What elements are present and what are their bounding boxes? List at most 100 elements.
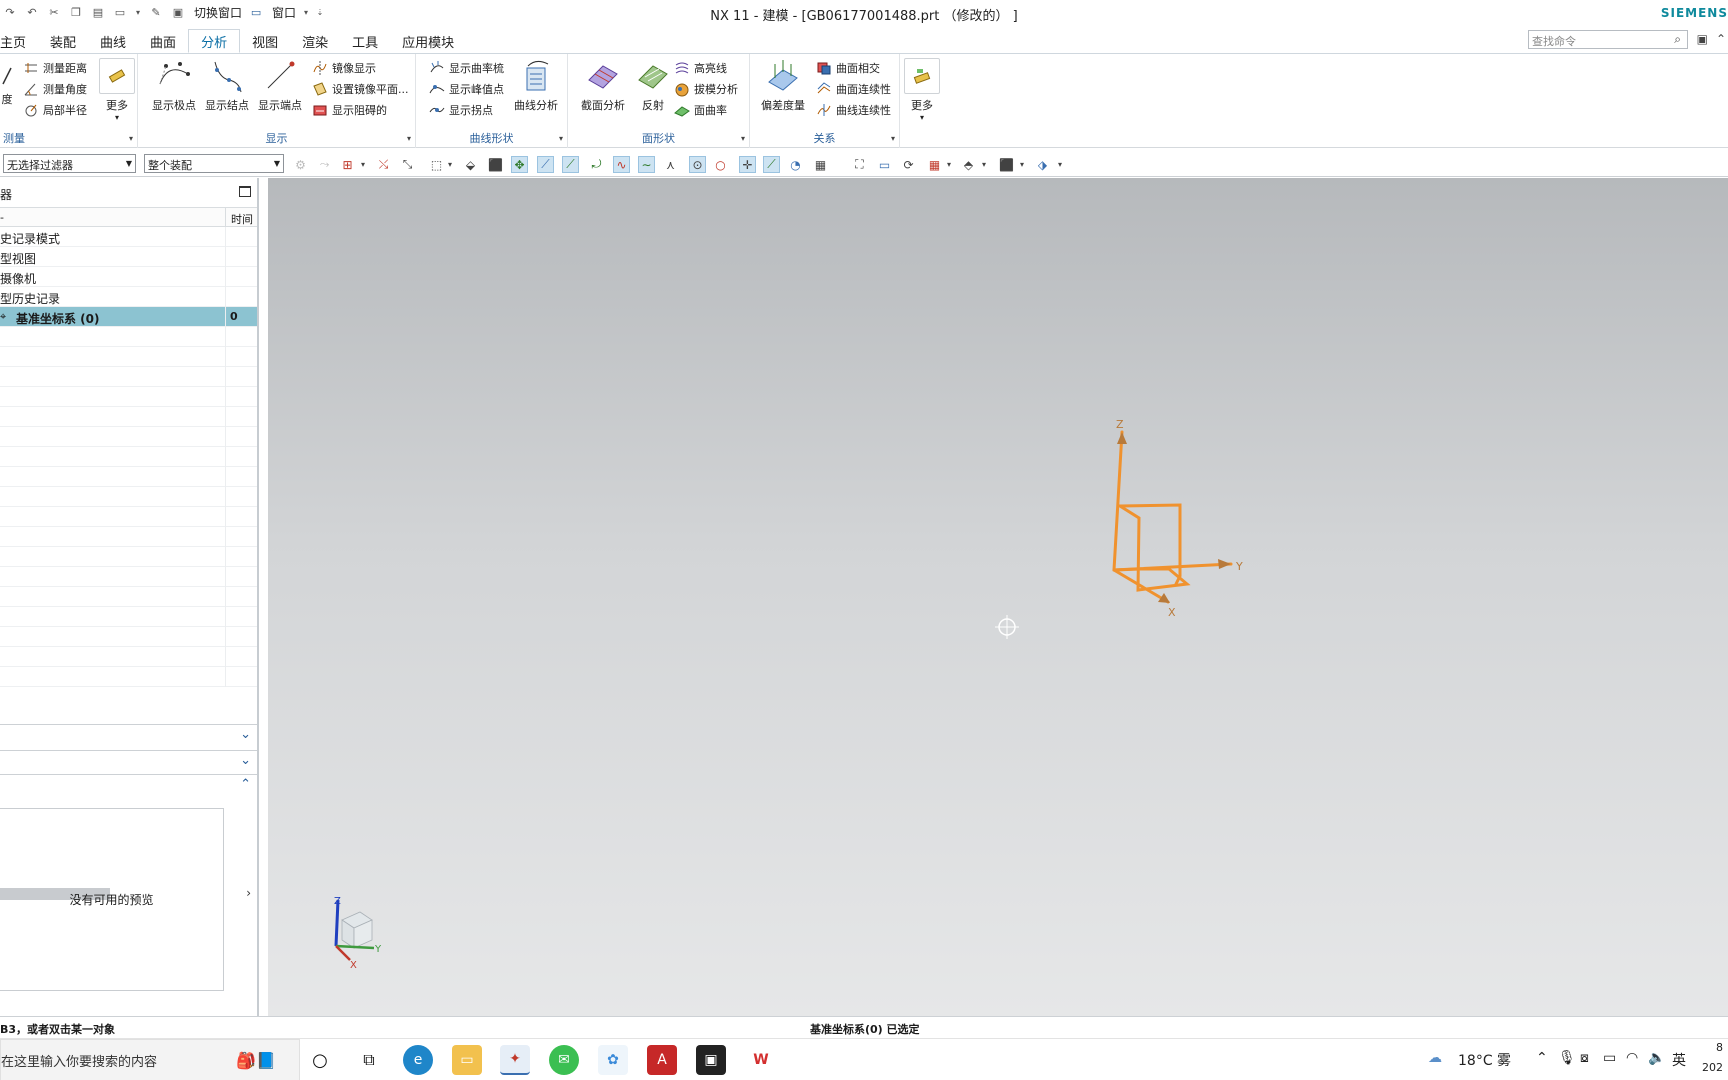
- window-menu-button[interactable]: 窗口: [272, 4, 296, 21]
- window-icon[interactable]: ▭: [248, 4, 264, 20]
- cortana-icon[interactable]: ○: [305, 1045, 335, 1075]
- measure-angle-button[interactable]: 度: [0, 64, 14, 107]
- snap-cross-icon[interactable]: ✛: [739, 156, 756, 173]
- tab-view[interactable]: 视图: [240, 29, 290, 53]
- chevron-down-icon[interactable]: ▾: [980, 156, 988, 173]
- tab-curve[interactable]: 曲线: [88, 29, 138, 53]
- nx-app-icon[interactable]: ✦: [500, 1045, 530, 1075]
- video-app-icon[interactable]: ▣: [696, 1045, 726, 1075]
- reflection-button[interactable]: 反射: [635, 58, 671, 113]
- ime-indicator[interactable]: 英: [1672, 1050, 1686, 1070]
- collapse-ribbon-icon[interactable]: ⌃: [1716, 32, 1726, 46]
- clock-time[interactable]: 8: [1716, 1041, 1723, 1054]
- group-relation-menu-icon[interactable]: ▾: [891, 134, 895, 143]
- snap-face-icon[interactable]: ◔: [787, 156, 804, 173]
- clock-date[interactable]: 202: [1702, 1061, 1723, 1074]
- tab-home[interactable]: 主页: [0, 29, 38, 53]
- snap-mesh-icon[interactable]: ▦: [812, 156, 829, 173]
- datum-csys[interactable]: [1112, 430, 1233, 604]
- wps-icon[interactable]: W: [746, 1045, 776, 1075]
- list-item-selected[interactable]: ⌖ 基准坐标系 (0) 0: [0, 307, 257, 327]
- curve-analysis-button[interactable]: 曲线分析: [514, 58, 558, 113]
- collapse-chevron-icon[interactable]: ⌃: [240, 777, 251, 792]
- list-item[interactable]: 型历史记录: [0, 287, 257, 307]
- fit-view-icon[interactable]: ⛶: [851, 156, 868, 173]
- tab-application[interactable]: 应用模块: [390, 29, 466, 53]
- deviation-gauge-button[interactable]: 偏差度量: [761, 58, 805, 113]
- tab-render[interactable]: 渲染: [290, 29, 340, 53]
- section-analysis-button[interactable]: 截面分析: [581, 58, 625, 113]
- group-face-shape-menu-icon[interactable]: ▾: [741, 134, 745, 143]
- snap-grid-icon[interactable]: ✥: [511, 156, 528, 173]
- selection-scope-select[interactable]: 整个装配 ▼: [144, 154, 284, 173]
- new-file-icon[interactable]: ▭: [112, 4, 128, 20]
- snap-curve-icon[interactable]: ⤾: [588, 156, 605, 173]
- show-hidden-button[interactable]: 显示阻碍的: [312, 101, 387, 119]
- volume-icon[interactable]: 🔈: [1648, 1050, 1665, 1066]
- analysis-more-button[interactable]: 更多 ▾: [904, 58, 940, 122]
- undo-icon[interactable]: ↶: [24, 4, 40, 20]
- view-cube-icon[interactable]: ⬛: [998, 156, 1015, 173]
- group-measure-menu-icon[interactable]: ▾: [129, 134, 133, 143]
- chevron-down-icon[interactable]: ▾: [1056, 156, 1064, 173]
- expand-chevron-icon[interactable]: ⌄: [240, 753, 251, 768]
- snap-point-icon[interactable]: ⊞: [339, 156, 356, 173]
- surface-continuity-button[interactable]: 曲面连续性: [816, 80, 891, 98]
- cloud-drive-icon[interactable]: ✿: [598, 1045, 628, 1075]
- work-layer-icon[interactable]: ⬗: [1034, 156, 1051, 173]
- screen-capture-icon[interactable]: ⧇: [1580, 1050, 1589, 1066]
- list-item[interactable]: 摄像机: [0, 267, 257, 287]
- snap-line-end-icon[interactable]: ⟋: [562, 156, 579, 173]
- face-curvature-button[interactable]: 面曲率: [674, 101, 727, 119]
- highlight-lines-button[interactable]: 高亮线: [674, 59, 727, 77]
- dropdown-icon[interactable]: ▾: [134, 4, 142, 20]
- weather-icon[interactable]: ☁: [1428, 1050, 1442, 1066]
- show-endpoints-button[interactable]: 显示端点: [258, 58, 302, 113]
- wifi-icon[interactable]: ◠: [1626, 1050, 1638, 1066]
- task-view-icon[interactable]: ⧉: [354, 1045, 384, 1075]
- tab-tools[interactable]: 工具: [340, 29, 390, 53]
- curve-continuity-button[interactable]: 曲线连续性: [816, 101, 891, 119]
- snap-tangent-icon[interactable]: ⟋: [763, 156, 780, 173]
- scroll-right-icon[interactable]: ›: [246, 886, 251, 900]
- show-inflections-button[interactable]: 显示拐点: [429, 101, 493, 119]
- chevron-down-icon[interactable]: ▾: [359, 156, 367, 173]
- tab-surface[interactable]: 曲面: [138, 29, 188, 53]
- paste-icon[interactable]: ▤: [90, 4, 106, 20]
- list-item[interactable]: 型视图: [0, 247, 257, 267]
- file-explorer-icon[interactable]: ▭: [452, 1045, 482, 1075]
- autocad-icon[interactable]: A: [647, 1045, 677, 1075]
- select-body-icon[interactable]: ⤡: [399, 156, 416, 173]
- snap-wave-icon[interactable]: ∼: [638, 156, 655, 173]
- column-name-header[interactable]: -: [0, 211, 4, 224]
- show-poles-button[interactable]: 显示极点: [152, 58, 196, 113]
- zoom-icon[interactable]: ▭: [876, 156, 893, 173]
- microphone-icon[interactable]: 🎙: [1558, 1050, 1576, 1066]
- switch-window-icon[interactable]: ▣: [170, 4, 186, 20]
- measure-more-button[interactable]: 更多 ▾: [99, 58, 135, 122]
- snap-center-icon[interactable]: ⊙: [689, 156, 706, 173]
- maximize-icon[interactable]: [239, 186, 251, 197]
- mirror-display-button[interactable]: 镜像显示: [312, 59, 376, 77]
- tab-analysis[interactable]: 分析: [188, 29, 241, 53]
- column-time-header[interactable]: 时间: [225, 208, 257, 227]
- chevron-down-icon[interactable]: ▾: [945, 156, 953, 173]
- switch-window-button[interactable]: 切换窗口: [194, 4, 242, 21]
- ribbon-display-icon[interactable]: ▣: [1697, 32, 1708, 46]
- command-search-input[interactable]: 查找命令 ⌕: [1528, 30, 1688, 49]
- list-item[interactable]: 史记录模式: [0, 227, 257, 247]
- weather-text[interactable]: 18°C 雾: [1458, 1050, 1511, 1070]
- wechat-icon[interactable]: ✉: [549, 1045, 579, 1075]
- measure-distance-button[interactable]: 测量距离: [23, 59, 87, 77]
- expand-chevron-icon[interactable]: ⌄: [240, 727, 251, 742]
- solid-body-icon[interactable]: ⬛: [487, 156, 504, 173]
- reset-filter-icon[interactable]: ⤳: [316, 156, 333, 173]
- measure-angle-small-button[interactable]: 测量角度: [23, 80, 87, 98]
- preview-panel-bar[interactable]: ⌃: [0, 774, 257, 796]
- search-highlight-icon[interactable]: 🎒📘: [218, 1045, 294, 1075]
- gear-filter-icon[interactable]: ⚙: [292, 156, 309, 173]
- battery-icon[interactable]: ▭: [1603, 1050, 1616, 1066]
- snap-intersect-icon[interactable]: ⋏: [662, 156, 679, 173]
- tab-assembly[interactable]: 装配: [38, 29, 88, 53]
- snap-spline-icon[interactable]: ∿: [613, 156, 630, 173]
